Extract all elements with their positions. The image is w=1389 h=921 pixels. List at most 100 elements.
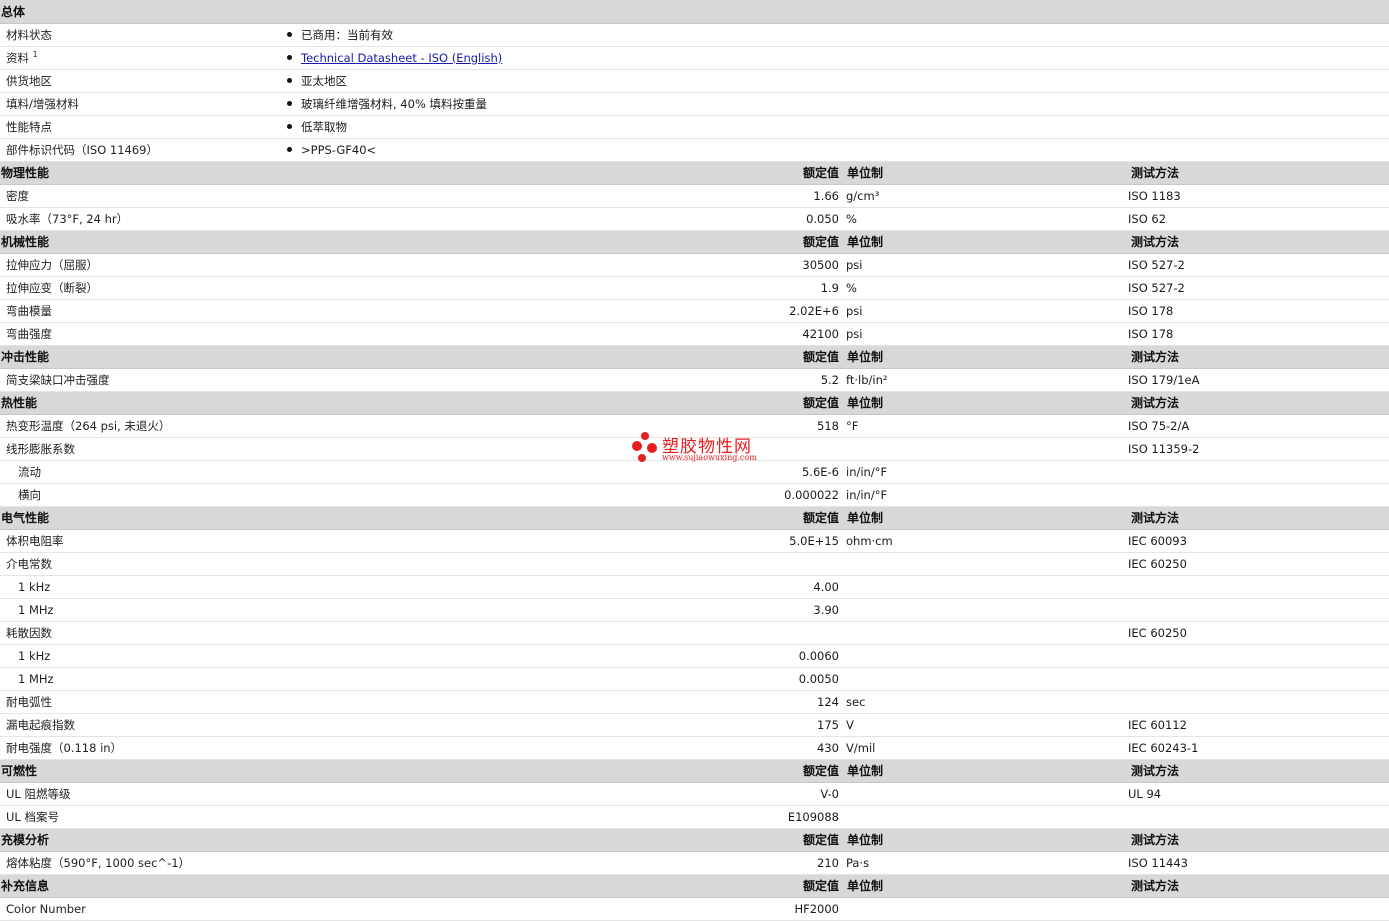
test-method-header: 测试方法 — [1127, 161, 1389, 185]
nominal-value: 124 — [283, 690, 843, 714]
nominal-value: 0.0060 — [283, 644, 843, 668]
property-label: 密度 — [0, 184, 283, 208]
nominal-value: 0.050 — [283, 207, 843, 231]
section-title: 充模分析 — [0, 828, 283, 852]
property-row: 拉伸应力（屈服） 30500 psi ISO 527-2 — [0, 253, 1389, 277]
nominal-value: 175 — [283, 713, 843, 737]
test-method — [1127, 460, 1389, 484]
nominal-header: 额定值 — [283, 391, 843, 415]
unit-value — [843, 598, 1127, 622]
test-method-header: 测试方法 — [1127, 874, 1389, 898]
nominal-value: 210 — [283, 851, 843, 875]
property-label: 弯曲强度 — [0, 322, 283, 346]
bullet-icon — [287, 146, 292, 152]
unit-value: Pa·s — [843, 851, 1127, 875]
property-row: 熔体粘度（590°F, 1000 sec^-1） 210 Pa·s ISO 11443 — [0, 851, 1389, 875]
general-row: 填料/增强材料 玻璃纤维增强材料, 40% 填料按重量 — [0, 92, 1389, 116]
property-row: 流动 5.6E-6 in/in/°F — [0, 460, 1389, 484]
nominal-header: 额定值 — [283, 759, 843, 783]
property-row: 简支梁缺口冲击强度 5.2 ft·lb/in² ISO 179/1eA — [0, 368, 1389, 392]
datasheet-link[interactable]: Technical Datasheet - ISO (English) — [301, 51, 502, 65]
nominal-value: 518 — [283, 414, 843, 438]
property-row: 密度 1.66 g/cm³ ISO 1183 — [0, 184, 1389, 208]
property-row: 1 kHz 0.0060 — [0, 644, 1389, 668]
bullet-icon — [287, 31, 292, 37]
property-label: 漏电起痕指数 — [0, 713, 283, 737]
property-row: 线形膨胀系数 ISO 11359-2 — [0, 437, 1389, 461]
property-row: 耐电强度（0.118 in） 430 V/mil IEC 60243-1 — [0, 736, 1389, 760]
section-title: 物理性能 — [0, 161, 283, 185]
test-method: IEC 60112 — [1127, 713, 1389, 737]
unit-value: % — [843, 207, 1127, 231]
test-method: ISO 527-2 — [1127, 253, 1389, 277]
test-method — [1127, 483, 1389, 507]
section-header: 补充信息 额定值 单位制 测试方法 — [0, 874, 1389, 898]
unit-value — [843, 552, 1127, 576]
nominal-header: 额定值 — [283, 874, 843, 898]
test-method: ISO 178 — [1127, 299, 1389, 323]
row-label: 资料 — [6, 50, 29, 65]
unit-value: ft·lb/in² — [843, 368, 1127, 392]
property-label: 1 MHz — [0, 598, 283, 622]
unit-value: V — [843, 713, 1127, 737]
unit-value: in/in/°F — [843, 483, 1127, 507]
row-value-cell: 已商用：当前有效 — [283, 23, 1389, 47]
property-label: 简支梁缺口冲击强度 — [0, 368, 283, 392]
property-row: 漏电起痕指数 175 V IEC 60112 — [0, 713, 1389, 737]
test-method: IEC 60093 — [1127, 529, 1389, 553]
property-row: 1 MHz 0.0050 — [0, 667, 1389, 691]
nominal-value: V-0 — [283, 782, 843, 806]
test-method: ISO 179/1eA — [1127, 368, 1389, 392]
row-value: >PPS-GF40< — [301, 142, 377, 157]
unit-value: sec — [843, 690, 1127, 714]
bullet-icon — [287, 100, 292, 106]
unit-header: 单位制 — [843, 391, 1127, 415]
row-label: 填料/增强材料 — [0, 92, 283, 116]
nominal-header: 额定值 — [283, 506, 843, 530]
section-title: 补充信息 — [0, 874, 283, 898]
nominal-value: HF2000 — [283, 897, 843, 921]
nominal-header: 额定值 — [283, 161, 843, 185]
section-title: 总体 — [0, 0, 1389, 24]
test-method-header: 测试方法 — [1127, 759, 1389, 783]
nominal-header: 额定值 — [283, 828, 843, 852]
test-method — [1127, 690, 1389, 714]
bullet-icon — [287, 54, 292, 60]
unit-header: 单位制 — [843, 874, 1127, 898]
property-label: 拉伸应力（屈服） — [0, 253, 283, 277]
general-row: 供货地区 亚太地区 — [0, 69, 1389, 93]
section-header: 热性能 额定值 单位制 测试方法 — [0, 391, 1389, 415]
test-method-header: 测试方法 — [1127, 230, 1389, 254]
row-value-cell: 亚太地区 — [283, 69, 1389, 93]
test-method: ISO 75-2/A — [1127, 414, 1389, 438]
unit-value — [843, 805, 1127, 829]
property-label: 1 kHz — [0, 644, 283, 668]
nominal-value: 5.0E+15 — [283, 529, 843, 553]
unit-value — [843, 782, 1127, 806]
test-method — [1127, 897, 1389, 921]
nominal-value: 30500 — [283, 253, 843, 277]
test-method: ISO 11443 — [1127, 851, 1389, 875]
property-label: 介电常数 — [0, 552, 283, 576]
section-header: 机械性能 额定值 单位制 测试方法 — [0, 230, 1389, 254]
property-label: UL 阻燃等级 — [0, 782, 283, 806]
property-row: 弯曲模量 2.02E+6 psi ISO 178 — [0, 299, 1389, 323]
property-label: 横向 — [0, 483, 283, 507]
unit-value: % — [843, 276, 1127, 300]
nominal-value: 3.90 — [283, 598, 843, 622]
nominal-value: 5.2 — [283, 368, 843, 392]
property-label: 热变形温度（264 psi, 未退火） — [0, 414, 283, 438]
section-header: 充模分析 额定值 单位制 测试方法 — [0, 828, 1389, 852]
test-method: ISO 178 — [1127, 322, 1389, 346]
test-method: IEC 60243-1 — [1127, 736, 1389, 760]
bullet-icon — [287, 77, 292, 83]
test-method-header: 测试方法 — [1127, 506, 1389, 530]
nominal-value: 0.0050 — [283, 667, 843, 691]
nominal-value: 430 — [283, 736, 843, 760]
property-label: 耐电强度（0.118 in） — [0, 736, 283, 760]
test-method-header: 测试方法 — [1127, 391, 1389, 415]
test-method: ISO 527-2 — [1127, 276, 1389, 300]
row-label: 材料状态 — [0, 23, 283, 47]
general-row: 资料 1 Technical Datasheet - ISO (English) — [0, 46, 1389, 70]
test-method: UL 94 — [1127, 782, 1389, 806]
